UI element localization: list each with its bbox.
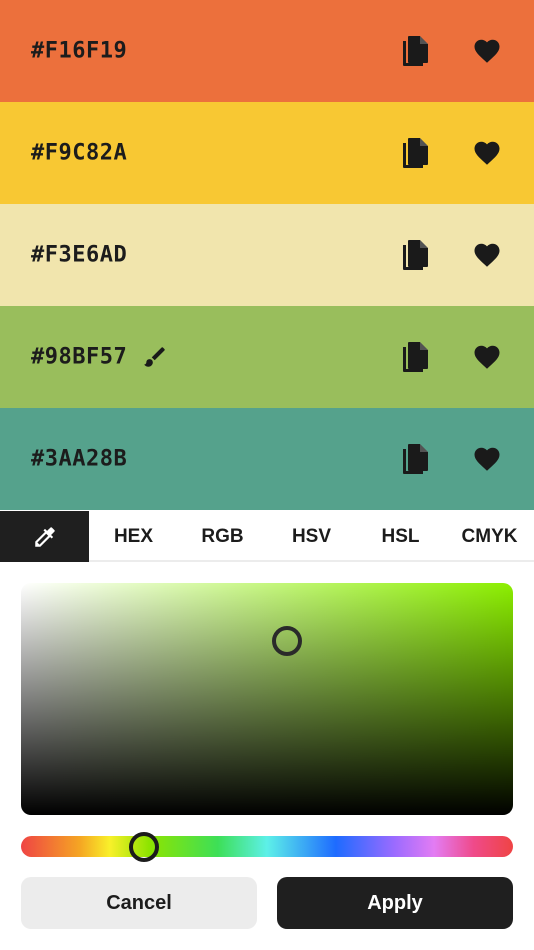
color-palette-list: #F16F19 #F9C82A #F3E6AD #98BF57 #3AA28B [0,0,534,510]
tab-rgb[interactable]: RGB [178,511,267,562]
apply-button[interactable]: Apply [277,877,513,929]
heart-icon[interactable] [472,138,502,168]
heart-icon[interactable] [472,444,502,474]
copy-icon[interactable] [400,341,430,373]
eyedropper-tab[interactable] [0,511,89,562]
saturation-value-picker[interactable] [21,583,513,815]
swatch-row[interactable]: #3AA28B [0,408,534,510]
swatch-hex-label[interactable]: #F3E6AD [31,243,127,268]
swatch-row[interactable]: #F16F19 [0,0,534,102]
swatch-row[interactable]: #F9C82A [0,102,534,204]
swatch-row-editing[interactable]: #98BF57 [0,306,534,408]
swatch-hex-label[interactable]: #F16F19 [31,39,127,64]
color-format-tabs: HEX RGB HSV HSL CMYK [0,511,534,562]
hue-slider[interactable] [21,831,513,862]
swatch-row[interactable]: #F3E6AD [0,204,534,306]
swatch-hex-label[interactable]: #98BF57 [31,345,127,370]
heart-icon[interactable] [472,240,502,270]
copy-icon[interactable] [400,443,430,475]
copy-icon[interactable] [400,35,430,67]
eyedropper-icon [32,524,58,550]
tab-hsl[interactable]: HSL [356,511,445,562]
cancel-button[interactable]: Cancel [21,877,257,929]
heart-icon[interactable] [472,36,502,66]
tab-hsv[interactable]: HSV [267,511,356,562]
swatch-hex-label[interactable]: #3AA28B [31,447,127,472]
heart-icon[interactable] [472,342,502,372]
saturation-value-handle[interactable] [271,626,302,656]
copy-icon[interactable] [400,137,430,169]
copy-icon[interactable] [400,239,430,271]
hue-slider-handle[interactable] [129,831,159,862]
tab-cmyk[interactable]: CMYK [445,511,534,562]
tab-hex[interactable]: HEX [89,511,178,562]
brush-icon [142,344,168,370]
swatch-hex-label[interactable]: #F9C82A [31,141,127,166]
